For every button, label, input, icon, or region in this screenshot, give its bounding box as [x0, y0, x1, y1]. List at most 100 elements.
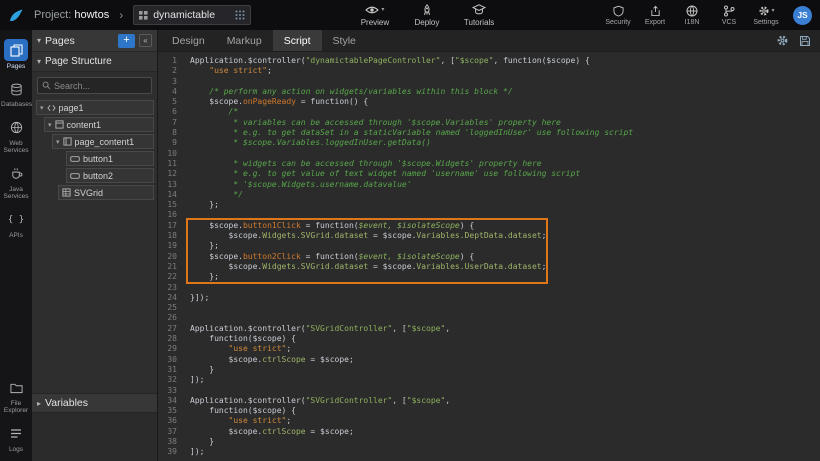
caret-down-icon[interactable]: ▾ [48, 121, 52, 129]
code-line[interactable]: "use strict"; [190, 66, 820, 76]
pages-sidebar: ▾ Pages + « ▾ Page Structure ▾ page1 [32, 30, 158, 461]
caret-down-icon: ▾ [37, 36, 41, 45]
structure-search[interactable] [37, 77, 152, 94]
button-widget-icon [70, 155, 80, 163]
code-line[interactable] [190, 77, 820, 87]
code-line[interactable]: * widgets can be accessed through '$scop… [190, 159, 820, 169]
code-line[interactable]: /* perform any action on widgets/variabl… [190, 87, 820, 97]
deploy-button[interactable]: Deploy [412, 4, 442, 27]
code-line[interactable]: }; [190, 241, 820, 251]
code-line[interactable]: }; [190, 200, 820, 210]
collapse-panel-button[interactable]: « [139, 34, 152, 47]
preview-button[interactable]: ▾ Preview [360, 4, 390, 27]
code-line[interactable]: $scope.Widgets.SVGrid.dataset = $scope.V… [190, 231, 820, 241]
page-selector[interactable]: dynamictable [133, 5, 251, 25]
tutorials-button[interactable]: Tutorials [464, 4, 494, 27]
save-icon[interactable] [799, 35, 811, 47]
code-line[interactable]: * variables can be accessed through '$sc… [190, 118, 820, 128]
caret-down-icon[interactable]: ▾ [56, 138, 60, 146]
tree-item-page-content1[interactable]: ▾ page_content1 [52, 134, 154, 149]
user-avatar[interactable]: JS [793, 6, 812, 25]
tab-design[interactable]: Design [161, 30, 216, 51]
rail-item-pages[interactable]: Pages [0, 35, 32, 74]
code-line[interactable] [190, 283, 820, 293]
code-line[interactable]: }; [190, 272, 820, 282]
code-line[interactable]: */ [190, 190, 820, 200]
wavemaker-studio: Project: howtos › dynamictable ▾ Preview… [0, 0, 820, 461]
tree-item-button1[interactable]: button1 [66, 151, 154, 166]
rail-item-web-services[interactable]: Web Services [0, 114, 32, 159]
shield-icon [613, 5, 624, 17]
search-input[interactable] [54, 81, 147, 91]
code-line[interactable]: * e.g. to get dataSet in a staticVariabl… [190, 128, 820, 138]
rail-item-apis[interactable]: { } APIs [0, 206, 32, 243]
code-line[interactable]: $scope.ctrlScope = $scope; [190, 355, 820, 365]
tree-item-button2[interactable]: button2 [66, 168, 154, 183]
code-line[interactable]: function($scope) { [190, 334, 820, 344]
code-line[interactable]: ]); [190, 447, 820, 457]
code-line[interactable]: ]); [190, 375, 820, 385]
tree-item-page1[interactable]: ▾ page1 [36, 100, 154, 115]
rail-item-file-explorer[interactable]: File Explorer [0, 374, 32, 419]
security-button[interactable]: Security [603, 5, 633, 26]
code-line[interactable] [190, 149, 820, 159]
i18n-button[interactable]: I18N [677, 5, 707, 26]
line-number: 25 [158, 303, 177, 313]
variables-panel-header[interactable]: ▸ Variables [32, 393, 157, 413]
code-line[interactable]: } [190, 437, 820, 447]
code-line[interactable]: "use strict"; [190, 416, 820, 426]
code-editor[interactable]: 1234567891011121314151617181920212223242… [158, 52, 820, 461]
line-number: 15 [158, 200, 177, 210]
code-line[interactable]: * '$scope.Widgets.username.datavalue' [190, 180, 820, 190]
line-number: 11 [158, 159, 177, 169]
tab-markup[interactable]: Markup [216, 30, 273, 51]
code-line[interactable] [190, 210, 820, 220]
topbar: Project: howtos › dynamictable ▾ Preview… [0, 0, 820, 30]
editor-settings-gear-icon[interactable] [776, 34, 789, 47]
line-number: 28 [158, 334, 177, 344]
code-line[interactable] [190, 386, 820, 396]
export-icon [650, 5, 661, 17]
code-line[interactable]: $scope.onPageReady = function() { [190, 97, 820, 107]
tab-script[interactable]: Script [273, 30, 322, 51]
code-content[interactable]: Application.$controller("dynamictablePag… [184, 56, 820, 461]
line-number: 6 [158, 107, 177, 117]
tab-style[interactable]: Style [322, 30, 367, 51]
code-line[interactable]: "use strict"; [190, 344, 820, 354]
page-structure-header[interactable]: ▾ Page Structure [32, 52, 157, 72]
code-line[interactable]: $scope.Widgets.SVGrid.dataset = $scope.V… [190, 262, 820, 272]
caret-down-icon[interactable]: ▾ [40, 104, 44, 112]
code-line[interactable] [190, 303, 820, 313]
code-line[interactable]: function($scope) { [190, 406, 820, 416]
vcs-button[interactable]: VCS [714, 5, 744, 26]
code-line[interactable]: /* [190, 107, 820, 117]
wavemaker-logo-icon[interactable] [6, 6, 26, 24]
add-page-button[interactable]: + [118, 34, 135, 48]
code-line[interactable]: $scope.ctrlScope = $scope; [190, 427, 820, 437]
rail-item-databases[interactable]: Databases [0, 75, 32, 112]
code-line[interactable]: Application.$controller("SVGridControlle… [190, 396, 820, 406]
line-number: 19 [158, 241, 177, 251]
rail-item-logs[interactable]: Logs [0, 420, 32, 457]
line-number: 20 [158, 252, 177, 262]
code-line[interactable]: * e.g. to get value of text widget named… [190, 169, 820, 179]
page-switcher-icon[interactable] [235, 10, 245, 20]
tree-item-content1[interactable]: ▾ content1 [44, 117, 154, 132]
code-line[interactable]: } [190, 365, 820, 375]
project-name: Project: howtos [34, 9, 109, 21]
tree-item-svgrid[interactable]: SVGrid [58, 185, 154, 200]
code-line[interactable]: $scope.button1Click = function($event, $… [190, 221, 820, 231]
git-branch-icon [723, 5, 735, 17]
line-number: 31 [158, 365, 177, 375]
rail-item-java-services[interactable]: Java Services [0, 160, 32, 205]
code-line[interactable]: $scope.button2Click = function($event, $… [190, 252, 820, 262]
pages-panel-header[interactable]: ▾ Pages + « [32, 30, 157, 52]
code-line[interactable]: Application.$controller("dynamictablePag… [190, 56, 820, 66]
code-line[interactable] [190, 313, 820, 323]
settings-button[interactable]: ▾ Settings [751, 5, 781, 26]
code-line[interactable]: Application.$controller("SVGridControlle… [190, 324, 820, 334]
code-line[interactable]: }]); [190, 293, 820, 303]
code-line[interactable]: * $scope.Variables.loggedInUser.getData(… [190, 138, 820, 148]
line-number: 34 [158, 396, 177, 406]
export-button[interactable]: Export [640, 5, 670, 26]
